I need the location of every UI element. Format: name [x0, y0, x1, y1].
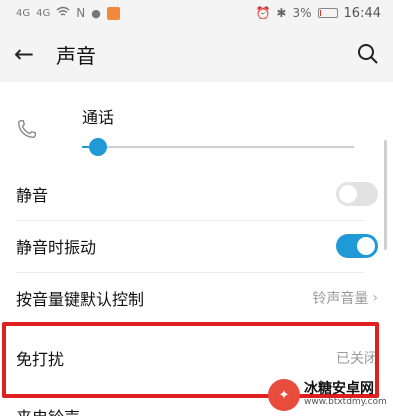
watermark-logo-icon: ✦: [268, 379, 300, 411]
back-arrow-icon[interactable]: ←: [14, 40, 48, 68]
watermark-main: 冰糖安卓网: [304, 381, 374, 398]
call-volume-label: 通话: [82, 108, 115, 127]
volume-key-default-value: 铃声音量: [312, 291, 369, 307]
volume-key-default-label: 按音量键默认控制: [16, 290, 145, 309]
toggle-knob: [357, 237, 375, 255]
mute-toggle[interactable]: [336, 182, 378, 206]
scrollbar[interactable]: [384, 140, 387, 250]
watermark-sub: www.btxtdmy.com: [304, 396, 387, 407]
settings-row-vibrate-on-mute[interactable]: 静音时振动: [16, 226, 378, 266]
status-bar: 4G 4G N ● ⏰ ✱ 3% 16:44: [0, 0, 393, 26]
alarm-icon: ⏰: [255, 6, 271, 20]
do-not-disturb-label: 免打扰: [16, 350, 65, 369]
divider: [16, 220, 364, 221]
do-not-disturb-value: 已关闭: [336, 351, 378, 367]
chevron-right-icon: ›: [372, 290, 378, 306]
title-bar: ← 声音: [0, 26, 393, 82]
battery-percent: 3%: [292, 6, 312, 20]
wifi-icon: [56, 6, 70, 20]
app-notification-icon: [106, 6, 120, 20]
watermark-text: 冰糖安卓网 www.btxtdmy.com: [304, 381, 387, 407]
settings-row-mute[interactable]: 静音: [16, 174, 378, 214]
volume-key-default-value-wrap: 铃声音量 ›: [312, 288, 378, 308]
divider: [16, 272, 364, 273]
call-volume-slider[interactable]: [82, 139, 354, 155]
signal-icon: 4G: [16, 7, 31, 19]
battery-icon: [317, 8, 338, 18]
vibrate-on-mute-label: 静音时振动: [16, 238, 97, 257]
status-right: ⏰ ✱ 3% 16:44: [255, 6, 381, 21]
search-icon[interactable]: [357, 43, 379, 65]
ringtone-row-partial[interactable]: 来电铃声: [16, 404, 80, 416]
battery-fill: [319, 10, 321, 16]
settings-panel: 通话 静音 静音时振动 按音量键默认控制 铃声音量 › 免打扰 已关闭: [0, 82, 393, 416]
page-title: 声音: [56, 43, 96, 68]
nfc-icon: N: [76, 6, 86, 20]
status-left: 4G 4G N ●: [16, 6, 120, 20]
watermark: ✦ 冰糖安卓网 www.btxtdmy.com: [268, 374, 393, 416]
mute-label: 静音: [16, 186, 49, 205]
call-volume-row: 通话: [0, 82, 393, 162]
signal-icon-2: 4G: [36, 7, 51, 19]
toggle-knob: [339, 185, 357, 203]
vibrate-on-mute-toggle[interactable]: [336, 234, 378, 258]
clock: 16:44: [343, 5, 381, 21]
settings-row-volume-key-default[interactable]: 按音量键默认控制 铃声音量 ›: [16, 278, 378, 318]
slider-thumb[interactable]: [90, 139, 107, 155]
phone-icon: [16, 118, 38, 145]
wechat-icon: ●: [91, 6, 101, 20]
settings-row-do-not-disturb[interactable]: 免打扰 已关闭: [16, 338, 378, 378]
bluetooth-icon: ✱: [276, 6, 287, 20]
